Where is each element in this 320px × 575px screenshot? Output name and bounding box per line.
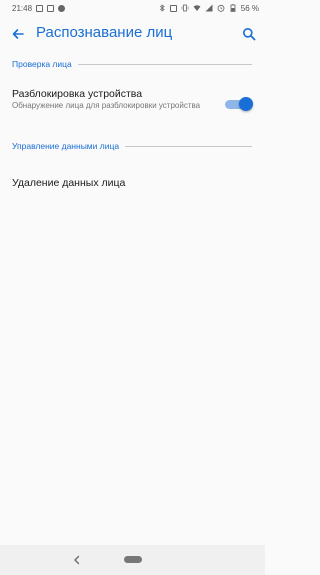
- vibrate-icon: [181, 4, 189, 12]
- wifi-icon: [193, 5, 201, 11]
- page-title: Распознавание лиц: [36, 24, 173, 41]
- device-unlock-item[interactable]: Разблокировка устройства Обнаружение лиц…: [0, 84, 265, 126]
- app-notification-icon: [47, 4, 55, 12]
- back-button[interactable]: [8, 24, 28, 44]
- screenshot-notification-icon: [36, 4, 44, 12]
- bluetooth-icon: [159, 4, 165, 12]
- chevron-left-icon: [74, 555, 80, 565]
- delete-face-data-title: Удаление данных лица: [12, 177, 126, 189]
- navigation-bar: [0, 545, 265, 575]
- section-header-face-verification: Проверка лица: [12, 58, 252, 70]
- arrow-left-icon: [12, 29, 24, 39]
- nav-back-button[interactable]: [70, 553, 84, 567]
- screen: 21:48 56 % Распознавание лиц Проверка ли…: [0, 0, 265, 575]
- status-time: 21:48: [12, 3, 33, 13]
- toggle-thumb: [239, 97, 253, 111]
- status-right: 56 %: [158, 4, 259, 13]
- section-header-face-data: Управление данными лица: [12, 140, 252, 152]
- search-icon: [243, 28, 256, 41]
- battery-percent: 56 %: [240, 3, 259, 13]
- status-left: 21:48: [12, 3, 66, 13]
- device-unlock-toggle[interactable]: [225, 97, 253, 111]
- section-divider: [125, 145, 252, 147]
- section-title: Проверка лица: [12, 59, 72, 69]
- device-unlock-title: Разблокировка устройства: [12, 88, 143, 100]
- device-unlock-summary: Обнаружение лица для разблокировки устро…: [12, 101, 201, 110]
- alarm-icon: [217, 4, 225, 12]
- section-divider: [77, 63, 252, 65]
- signal-icon: [205, 4, 213, 12]
- app-bar: Распознавание лиц: [0, 18, 265, 48]
- home-pill-icon[interactable]: [124, 556, 142, 563]
- status-bar: 21:48 56 %: [0, 0, 265, 16]
- battery-icon: [230, 4, 236, 12]
- delete-face-data-item[interactable]: Удаление данных лица: [0, 168, 265, 200]
- record-notification-icon: [58, 4, 66, 12]
- nfc-icon: [169, 4, 177, 12]
- section-title: Управление данными лица: [12, 141, 120, 151]
- search-button[interactable]: [239, 24, 259, 44]
